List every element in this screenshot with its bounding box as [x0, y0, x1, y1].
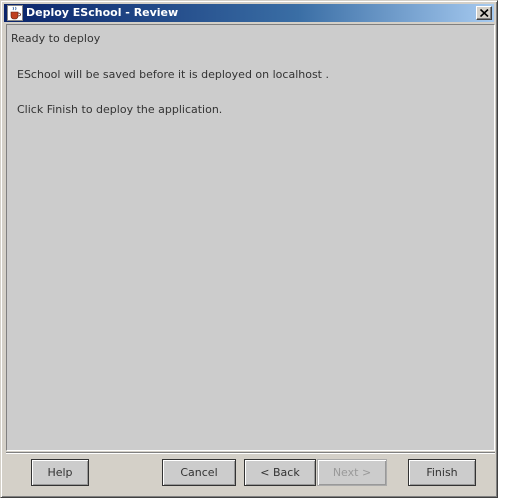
close-button[interactable] [476, 6, 492, 20]
window-title: Deploy ESchool - Review [26, 6, 179, 19]
dialog-window: Deploy ESchool - Review Ready to deploy … [0, 0, 498, 498]
title-bar[interactable]: Deploy ESchool - Review [4, 4, 494, 22]
finish-instruction-text: Click Finish to deploy the application. [17, 103, 223, 116]
finish-button[interactable]: Finish [408, 459, 476, 486]
review-panel: Ready to deploy ESchool will be saved be… [6, 24, 495, 451]
next-button[interactable]: Next > [317, 459, 387, 486]
help-button[interactable]: Help [31, 459, 89, 486]
close-icon [480, 9, 489, 17]
status-text: Ready to deploy [11, 32, 101, 45]
java-cup-icon [7, 5, 23, 21]
cancel-button[interactable]: Cancel [162, 459, 236, 486]
back-button[interactable]: < Back [244, 459, 316, 486]
button-bar-separator [6, 452, 495, 454]
save-notice-text: ESchool will be saved before it is deplo… [17, 68, 329, 81]
